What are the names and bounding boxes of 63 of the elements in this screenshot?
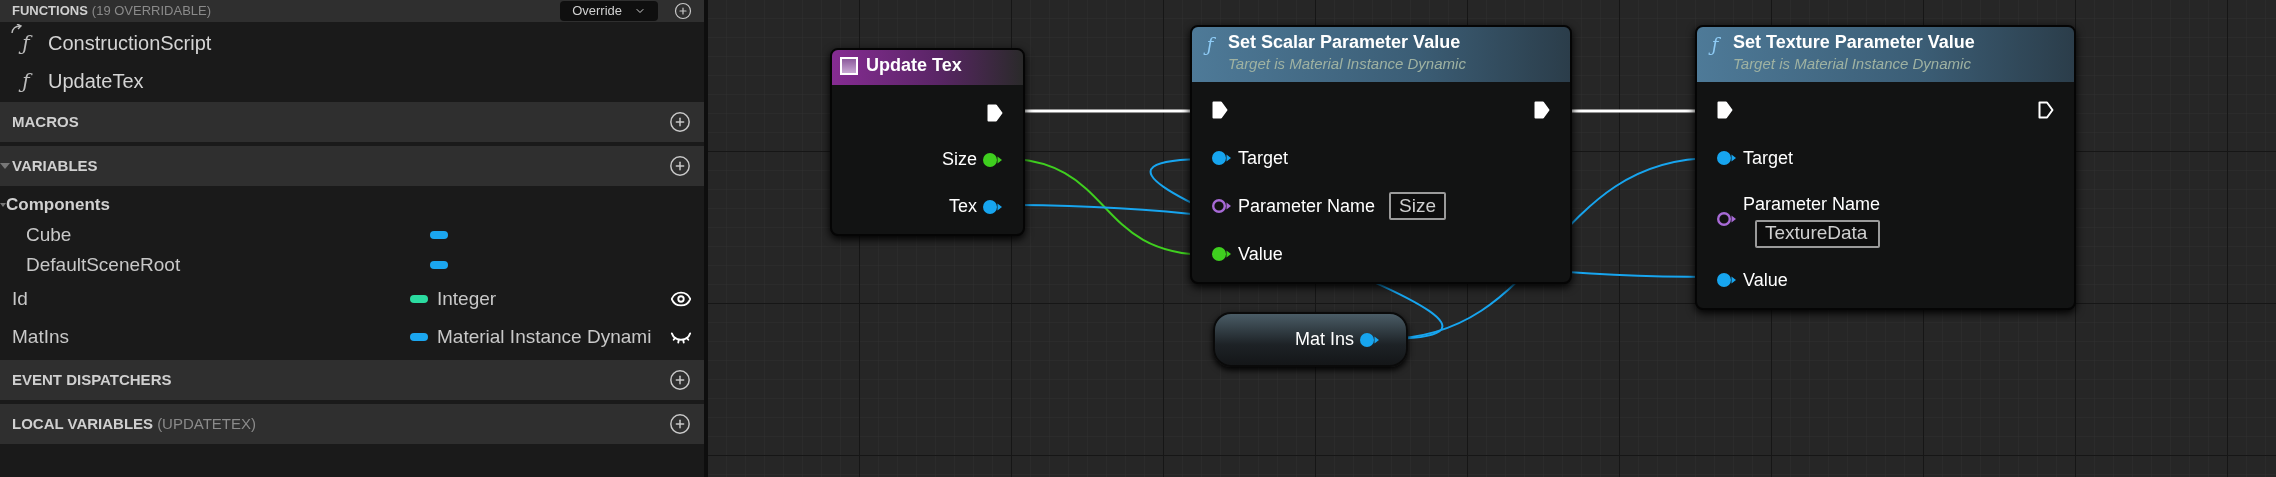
- node-title: Update Tex: [866, 54, 962, 76]
- section-title: FUNCTIONS: [12, 2, 88, 21]
- pin-label: Parameter Name: [1743, 192, 1881, 216]
- add-icon[interactable]: [674, 2, 692, 20]
- node-subtitle: Target is Material Instance Dynamic: [1733, 54, 1972, 74]
- pin-icon[interactable]: [1212, 246, 1232, 262]
- variable-node[interactable]: Mat Ins: [1213, 312, 1408, 367]
- function-node[interactable]: ƒ Set Texture Parameter Value Target is Material Instance Dynamic Target Parameter Name TextureData Value: [1695, 25, 2076, 310]
- pin-icon[interactable]: [1717, 272, 1737, 288]
- text-field[interactable]: Size: [1389, 192, 1447, 220]
- add-button[interactable]: [668, 110, 692, 134]
- exec-pin-icon[interactable]: [1717, 101, 1733, 119]
- function-icon: ƒ: [12, 66, 40, 96]
- section-title: EVENT DISPATCHERS: [12, 369, 172, 390]
- variable-row[interactable]: Cube: [0, 220, 704, 250]
- event-icon: [840, 57, 858, 75]
- pin-icon[interactable]: [983, 151, 1003, 168]
- section-title: VARIABLES: [12, 155, 98, 176]
- category-row[interactable]: Components: [0, 190, 704, 220]
- function-item[interactable]: ƒ UpdateTex: [0, 62, 704, 100]
- pin-label: Tex: [949, 195, 977, 218]
- override-dropdown[interactable]: Override: [560, 1, 658, 21]
- add-button[interactable]: [668, 368, 692, 392]
- function-node[interactable]: ƒ Set Scalar Parameter Value Target is Material Instance Dynamic Target Parameter Name Size Value: [1190, 25, 1572, 284]
- pin-icon[interactable]: [1360, 331, 1380, 348]
- pin-icon[interactable]: [1717, 211, 1737, 227]
- exec-pin-icon[interactable]: [987, 103, 1003, 122]
- pin-label: Size: [942, 148, 977, 171]
- node-title: Set Scalar Parameter Value: [1228, 31, 1462, 53]
- pin-icon[interactable]: [1212, 150, 1232, 166]
- pin-icon[interactable]: [983, 198, 1003, 215]
- expanded-arrow-icon: [0, 163, 10, 169]
- node-subtitle: Target is Material Instance Dynamic: [1228, 54, 1466, 74]
- exec-pin-icon[interactable]: [2038, 100, 2054, 119]
- add-button[interactable]: [668, 412, 692, 436]
- function-item[interactable]: ƒ ConstructionScript: [0, 24, 704, 62]
- section-title: LOCAL VARIABLES: [12, 413, 154, 434]
- section-header[interactable]: VARIABLES: [0, 146, 704, 186]
- section-note: (UPDATETEX): [157, 413, 257, 434]
- variable-row[interactable]: DefaultSceneRoot: [0, 250, 704, 280]
- variable-row[interactable]: Id Integer: [0, 280, 704, 318]
- pin-icon[interactable]: [1212, 198, 1232, 214]
- text-field[interactable]: TextureData: [1755, 219, 1881, 248]
- function-icon: ƒ: [1705, 31, 1725, 58]
- pin-icon[interactable]: [1717, 150, 1737, 166]
- section-header[interactable]: MACROS: [0, 102, 704, 142]
- section-header[interactable]: EVENT DISPATCHERS: [0, 360, 704, 400]
- pin-label: Target: [1743, 146, 1794, 170]
- section-note: (19 OVERRIDABLE): [91, 2, 212, 21]
- section-title: MACROS: [12, 111, 79, 132]
- function-icon: ƒ: [1200, 31, 1220, 58]
- exec-pin-icon[interactable]: [1212, 101, 1228, 119]
- section-header[interactable]: LOCAL VARIABLES (UPDATETEX): [0, 404, 704, 444]
- exec-pin-icon[interactable]: [1534, 100, 1550, 119]
- variable-row[interactable]: MatIns Material Instance Dynami: [0, 318, 704, 356]
- event-node[interactable]: Update Tex Size Tex: [830, 48, 1025, 236]
- pin-label: Target: [1238, 146, 1289, 170]
- add-button[interactable]: [668, 154, 692, 178]
- pin-label: Parameter Name: [1238, 194, 1376, 218]
- pin-label: Value: [1743, 268, 1788, 292]
- node-title: Set Texture Parameter Value: [1733, 31, 1975, 53]
- node-title: Mat Ins: [1294, 328, 1354, 351]
- pin-label: Value: [1238, 242, 1283, 266]
